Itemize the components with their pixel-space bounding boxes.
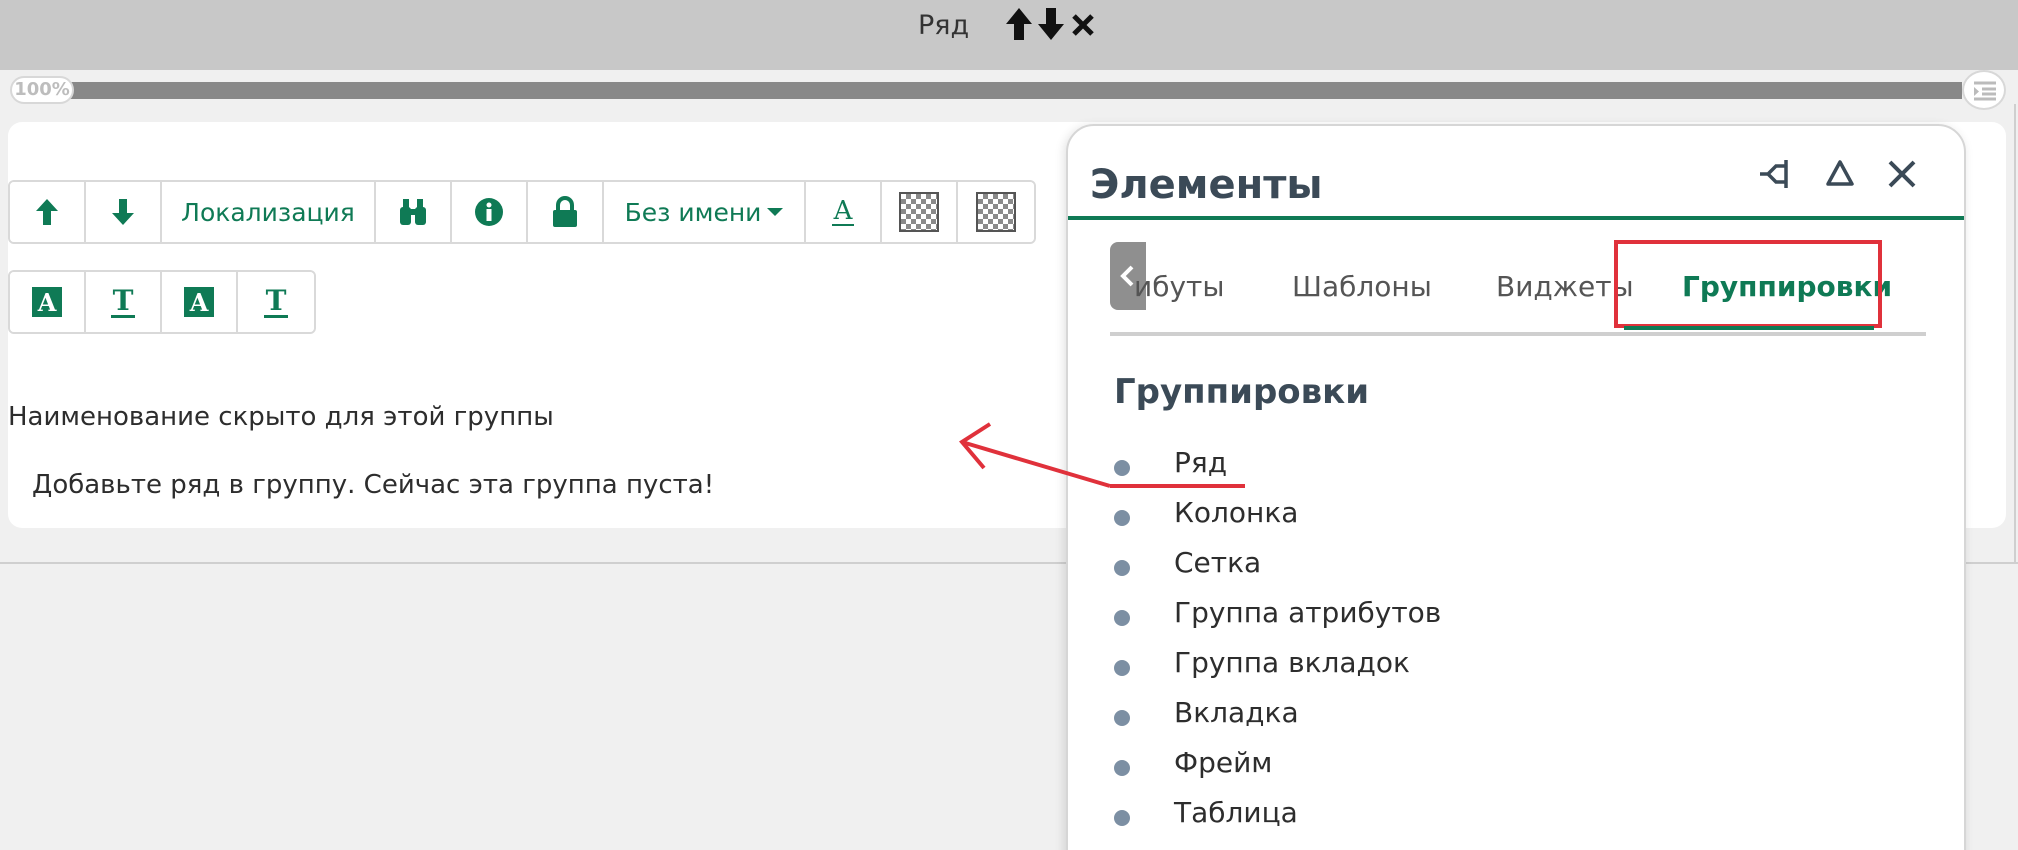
list-item-label: Вкладка (1174, 696, 1299, 729)
list-item[interactable]: Таблица (1114, 796, 1934, 846)
list-item[interactable]: Колонка (1114, 496, 1934, 546)
bullet-icon (1114, 710, 1130, 726)
row-title: Ряд (918, 10, 970, 41)
bullet-icon (1114, 760, 1130, 776)
tab-widgets[interactable]: Виджеты (1496, 270, 1634, 303)
bullet-icon (1114, 660, 1130, 676)
border-color-button[interactable] (958, 182, 1034, 242)
list-item-label: Группа вкладок (1174, 646, 1410, 679)
binoculars-icon (400, 199, 426, 225)
groupings-list: Ряд Колонка Сетка Группа атрибутов Групп… (1114, 446, 1934, 846)
background-color-button[interactable] (882, 182, 958, 242)
filled-a-icon: A (184, 287, 214, 317)
zoom-track[interactable] (66, 82, 1962, 99)
panel-header-divider (1068, 216, 1964, 220)
list-item[interactable]: Сетка (1114, 546, 1934, 596)
label-style-filled-button[interactable]: A (162, 272, 238, 332)
list-item[interactable]: Группа атрибутов (1114, 596, 1934, 646)
name-dropdown[interactable]: Без имени (604, 182, 806, 242)
binoculars-button[interactable] (376, 182, 452, 242)
bullet-icon (1114, 610, 1130, 626)
panel-title: Элементы (1090, 162, 1323, 208)
bullet-icon (1114, 810, 1130, 826)
hidden-name-notice: Наименование скрыто для этой группы (8, 402, 554, 432)
group-toolbar: Локализация Без имени A (8, 180, 1036, 244)
zoom-level[interactable]: 100% (10, 76, 74, 104)
zoom-slider[interactable]: 100% (10, 70, 2006, 110)
arrow-down-icon[interactable] (1036, 4, 1066, 44)
lock-button[interactable] (528, 182, 604, 242)
empty-group-message: Добавьте ряд в группу. Сейчас эта группа… (32, 470, 715, 500)
info-icon (475, 198, 503, 226)
page-edge (2014, 104, 2016, 564)
list-item-label: Таблица (1174, 796, 1298, 829)
list-item[interactable]: Группа вкладок (1114, 646, 1934, 696)
underlined-t-icon: T (110, 283, 136, 318)
tab-attributes[interactable]: ибуты (1134, 270, 1224, 303)
tabs-baseline (1110, 332, 1926, 336)
name-dropdown-label: Без имени (624, 197, 762, 227)
list-indent-icon (1974, 81, 1996, 101)
outline-toggle-button[interactable] (1962, 70, 2006, 110)
list-item[interactable]: Вкладка (1114, 696, 1934, 746)
row-controls (1004, 4, 1098, 44)
info-button[interactable] (452, 182, 528, 242)
lock-icon (553, 196, 577, 227)
underlined-t-icon: T (263, 283, 289, 318)
text-color-button[interactable]: A (806, 182, 882, 242)
transparent-swatch-icon (899, 192, 939, 232)
label-style-underline-button[interactable]: T (238, 272, 314, 332)
title-style-filled-button[interactable]: A (10, 272, 86, 332)
move-down-button[interactable] (86, 182, 162, 242)
list-item-label: Колонка (1174, 496, 1299, 529)
active-tab-underline (1624, 326, 1874, 330)
pin-icon[interactable] (1758, 154, 1798, 194)
localization-label: Локализация (181, 197, 355, 227)
list-item-label: Фрейм (1174, 746, 1273, 779)
collapse-icon[interactable] (1820, 154, 1860, 194)
top-bar: Ряд (0, 0, 2018, 70)
move-up-button[interactable] (10, 182, 86, 242)
arrow-up-icon[interactable] (1004, 4, 1034, 44)
close-icon[interactable] (1882, 154, 1922, 194)
arrow-shaft (961, 440, 1111, 488)
arrow-up-icon (36, 199, 58, 225)
chevron-down-icon (767, 208, 784, 216)
transparent-swatch-icon (976, 192, 1016, 232)
arrow-down-icon (112, 199, 134, 225)
section-title: Группировки (1114, 372, 1370, 412)
bullet-icon (1114, 510, 1130, 526)
text-style-toolbar: A T A T (8, 270, 316, 334)
localization-button[interactable]: Локализация (162, 182, 376, 242)
panel-controls (1758, 154, 1922, 194)
list-item[interactable]: Фрейм (1114, 746, 1934, 796)
close-icon[interactable] (1068, 4, 1098, 44)
list-item-label: Сетка (1174, 546, 1262, 579)
filled-a-icon: A (32, 287, 62, 317)
bullet-icon (1114, 560, 1130, 576)
title-style-underline-button[interactable]: T (86, 272, 162, 332)
drag-hint-arrow (959, 422, 1245, 488)
active-tab-highlight (1614, 240, 1882, 328)
tab-templates[interactable]: Шаблоны (1292, 270, 1432, 303)
text-color-icon: A (831, 196, 855, 226)
list-item-label: Группа атрибутов (1174, 596, 1442, 629)
